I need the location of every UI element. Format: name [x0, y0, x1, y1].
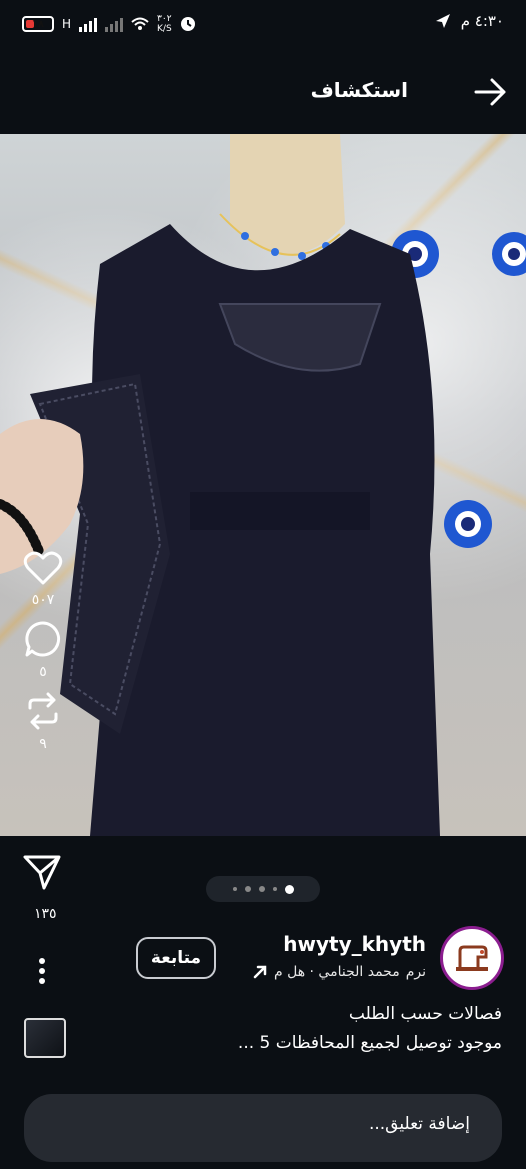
- top-bar: استكشاف: [0, 52, 526, 134]
- post-image[interactable]: ٥٠٧ ٥ ٩: [0, 134, 526, 836]
- sewing-machine-icon: [456, 945, 488, 971]
- post-actions: ٥٠٧ ٥ ٩: [18, 550, 68, 764]
- caption-line-1: فصالات حسب الطلب: [348, 1004, 502, 1024]
- avatar[interactable]: [440, 926, 504, 990]
- post-meta: نرم محمد الجنامي · هل م: [252, 964, 426, 980]
- status-right: ٤:٣٠ م: [435, 12, 504, 30]
- status-bar: ١٨ H ٣٠٢ K/S ٤:٣٠ م: [0, 0, 526, 52]
- more-options-icon[interactable]: [36, 956, 48, 986]
- data-speed: ٣٠٢ K/S: [157, 14, 172, 34]
- pager-dot-active: [284, 884, 294, 894]
- like-count: ٥٠٧: [31, 592, 55, 608]
- repost-action[interactable]: ٩: [18, 692, 68, 752]
- signal-icon: [79, 16, 98, 32]
- location-arrow-icon: [435, 14, 450, 28]
- comment-placeholder: إضافة تعليق...: [368, 1114, 470, 1134]
- battery-icon: ١٨: [22, 16, 54, 32]
- pager-dot: [272, 887, 277, 891]
- username[interactable]: hwyty_khyth: [283, 932, 426, 956]
- wifi-icon: [131, 17, 149, 30]
- repost-count: ٩: [39, 736, 47, 752]
- like-action[interactable]: ٥٠٧: [18, 550, 68, 608]
- follow-button[interactable]: متابعة: [136, 937, 216, 979]
- page-title: استكشاف: [310, 78, 408, 102]
- meta-text: محمد الجنامي · هل م: [273, 964, 400, 980]
- clock: ٤:٣٠ م: [460, 12, 504, 30]
- signal-secondary-icon: [105, 16, 124, 32]
- pager-dot: [244, 886, 251, 892]
- carousel-pager: [206, 876, 320, 902]
- network-type: H: [62, 17, 72, 31]
- share-count: ١٣٥: [34, 906, 57, 922]
- share-icon[interactable]: [22, 852, 62, 892]
- comment-input[interactable]: إضافة تعليق...: [24, 1094, 502, 1162]
- meta-trailing: نرم: [405, 964, 426, 980]
- audio-thumbnail[interactable]: [24, 1018, 66, 1058]
- comment-icon[interactable]: [24, 620, 62, 658]
- pager-dot: [232, 887, 237, 891]
- pager-dot: [258, 886, 265, 892]
- comment-count: ٥: [39, 664, 47, 680]
- status-left: ١٨ H ٣٠٢ K/S: [22, 14, 196, 34]
- back-arrow-icon[interactable]: [472, 74, 508, 110]
- arrow-up-right-icon: [253, 965, 267, 979]
- repost-icon[interactable]: [24, 692, 62, 730]
- heart-icon[interactable]: [23, 550, 63, 586]
- caption-line-2[interactable]: موجود توصيل لجميع المحافظات 5 ...: [238, 1033, 502, 1053]
- alarm-icon: [180, 17, 195, 31]
- comment-action[interactable]: ٥: [18, 620, 68, 680]
